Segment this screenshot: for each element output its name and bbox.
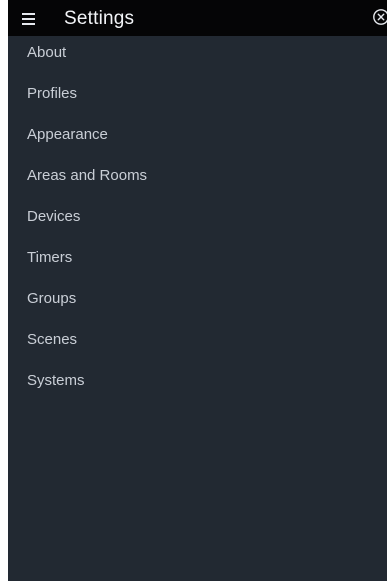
menu-item-label: Timers (27, 249, 73, 266)
settings-panel: Settings About Profiles Appearance Areas… (8, 0, 387, 581)
menu-item-label: Systems (27, 372, 85, 389)
menu-item-about[interactable]: About (8, 36, 387, 77)
menu-item-devices[interactable]: Devices (8, 200, 387, 241)
menu-item-label: Profiles (27, 85, 78, 102)
menu-item-label: Scenes (27, 331, 78, 348)
menu-item-systems[interactable]: Systems (8, 364, 387, 405)
page-title: Settings (64, 8, 135, 29)
menu-item-groups[interactable]: Groups (8, 282, 387, 323)
menu-item-scenes[interactable]: Scenes (8, 323, 387, 364)
menu-item-appearance[interactable]: Appearance (8, 118, 387, 159)
settings-header: Settings (8, 0, 387, 36)
close-icon[interactable] (372, 8, 387, 26)
menu-item-areas-and-rooms[interactable]: Areas and Rooms (8, 159, 387, 200)
menu-item-label: Groups (27, 290, 77, 307)
menu-item-label: Areas and Rooms (27, 167, 148, 184)
hamburger-menu-icon[interactable] (20, 12, 38, 26)
menu-item-profiles[interactable]: Profiles (8, 77, 387, 118)
menu-item-label: About (27, 44, 67, 61)
menu-item-label: Appearance (27, 126, 108, 143)
menu-item-timers[interactable]: Timers (8, 241, 387, 282)
menu-item-label: Devices (27, 208, 81, 225)
settings-menu-list: About Profiles Appearance Areas and Room… (8, 36, 387, 405)
